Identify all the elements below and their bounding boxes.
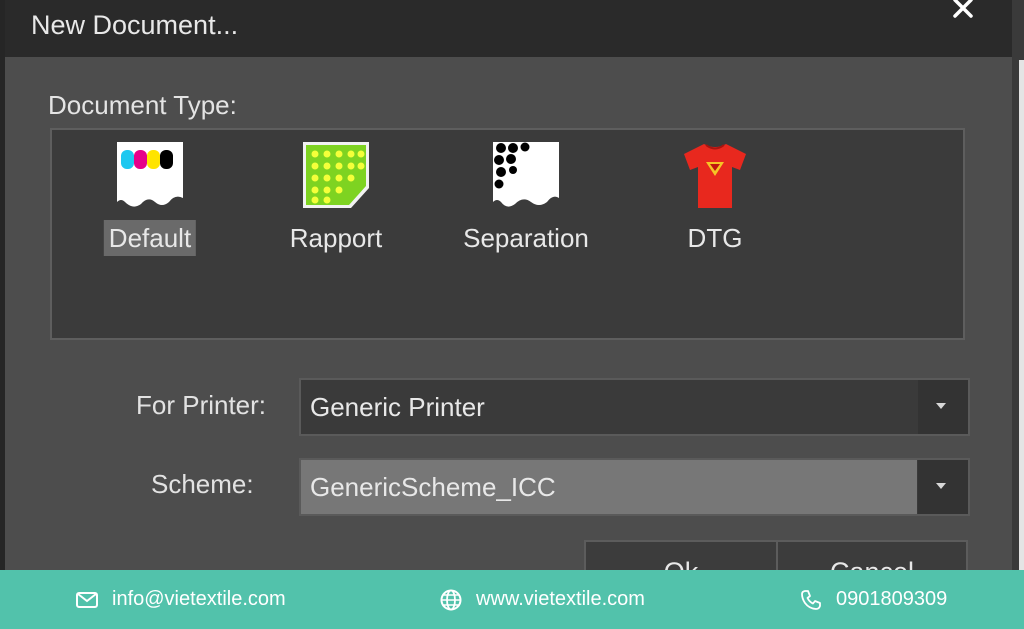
cancel-button[interactable]: Cancel: [776, 540, 968, 570]
chevron-down-icon: [936, 403, 946, 409]
footer-email-text: info@vietextile.com: [112, 588, 286, 610]
document-type-label-default: Default: [103, 220, 197, 256]
chevron-down-icon: [936, 483, 946, 489]
document-type-default[interactable]: Default: [65, 134, 235, 264]
scheme-select[interactable]: GenericScheme_ICC: [299, 458, 970, 516]
footer-phone[interactable]: 0901809309: [800, 570, 947, 629]
new-document-dialog: New Document... Document Type: Default R…: [5, 0, 1012, 570]
document-type-list: Default Rapport Separation DTG: [50, 128, 965, 340]
ok-button[interactable]: Ok: [584, 540, 778, 570]
footer-website-text: www.vietextile.com: [476, 588, 645, 610]
right-edge-accent: [1019, 60, 1024, 570]
printer-select[interactable]: Generic Printer: [299, 378, 970, 436]
footer-website[interactable]: www.vietextile.com: [440, 570, 645, 629]
document-type-label-rapport: Rapport: [289, 223, 383, 253]
phone-icon: [801, 589, 821, 610]
scheme-dropdown-button[interactable]: [918, 460, 968, 514]
scheme-label: Scheme:: [151, 469, 254, 499]
document-type-label-dtg: DTG: [687, 223, 743, 253]
right-edge: [1012, 0, 1024, 570]
document-type-dtg[interactable]: DTG: [630, 134, 800, 264]
printer-dropdown-button[interactable]: [918, 380, 968, 434]
printer-label: For Printer:: [136, 390, 267, 420]
footer-phone-text: 0901809309: [836, 588, 948, 610]
dtg-tshirt-icon: [684, 144, 746, 208]
document-type-separation[interactable]: Separation: [441, 134, 611, 264]
close-icon[interactable]: [947, 0, 979, 24]
rapport-doc-icon: [303, 142, 369, 208]
document-type-rapport[interactable]: Rapport: [251, 134, 421, 264]
globe-icon: [440, 589, 462, 610]
scheme-value: GenericScheme_ICC: [301, 460, 917, 514]
document-type-label-separation: Separation: [463, 223, 589, 253]
footer-email[interactable]: info@vietextile.com: [76, 570, 286, 629]
mail-icon: [76, 591, 98, 608]
document-type-label: Document Type:: [48, 90, 237, 120]
separation-doc-icon: [493, 142, 559, 207]
default-doc-icon: [117, 142, 183, 207]
title-bar: New Document...: [5, 0, 1012, 57]
contact-footer: info@vietextile.com www.vietextile.com 0…: [0, 570, 1024, 629]
printer-value: Generic Printer: [310, 392, 485, 422]
dialog-title: New Document...: [31, 10, 239, 40]
